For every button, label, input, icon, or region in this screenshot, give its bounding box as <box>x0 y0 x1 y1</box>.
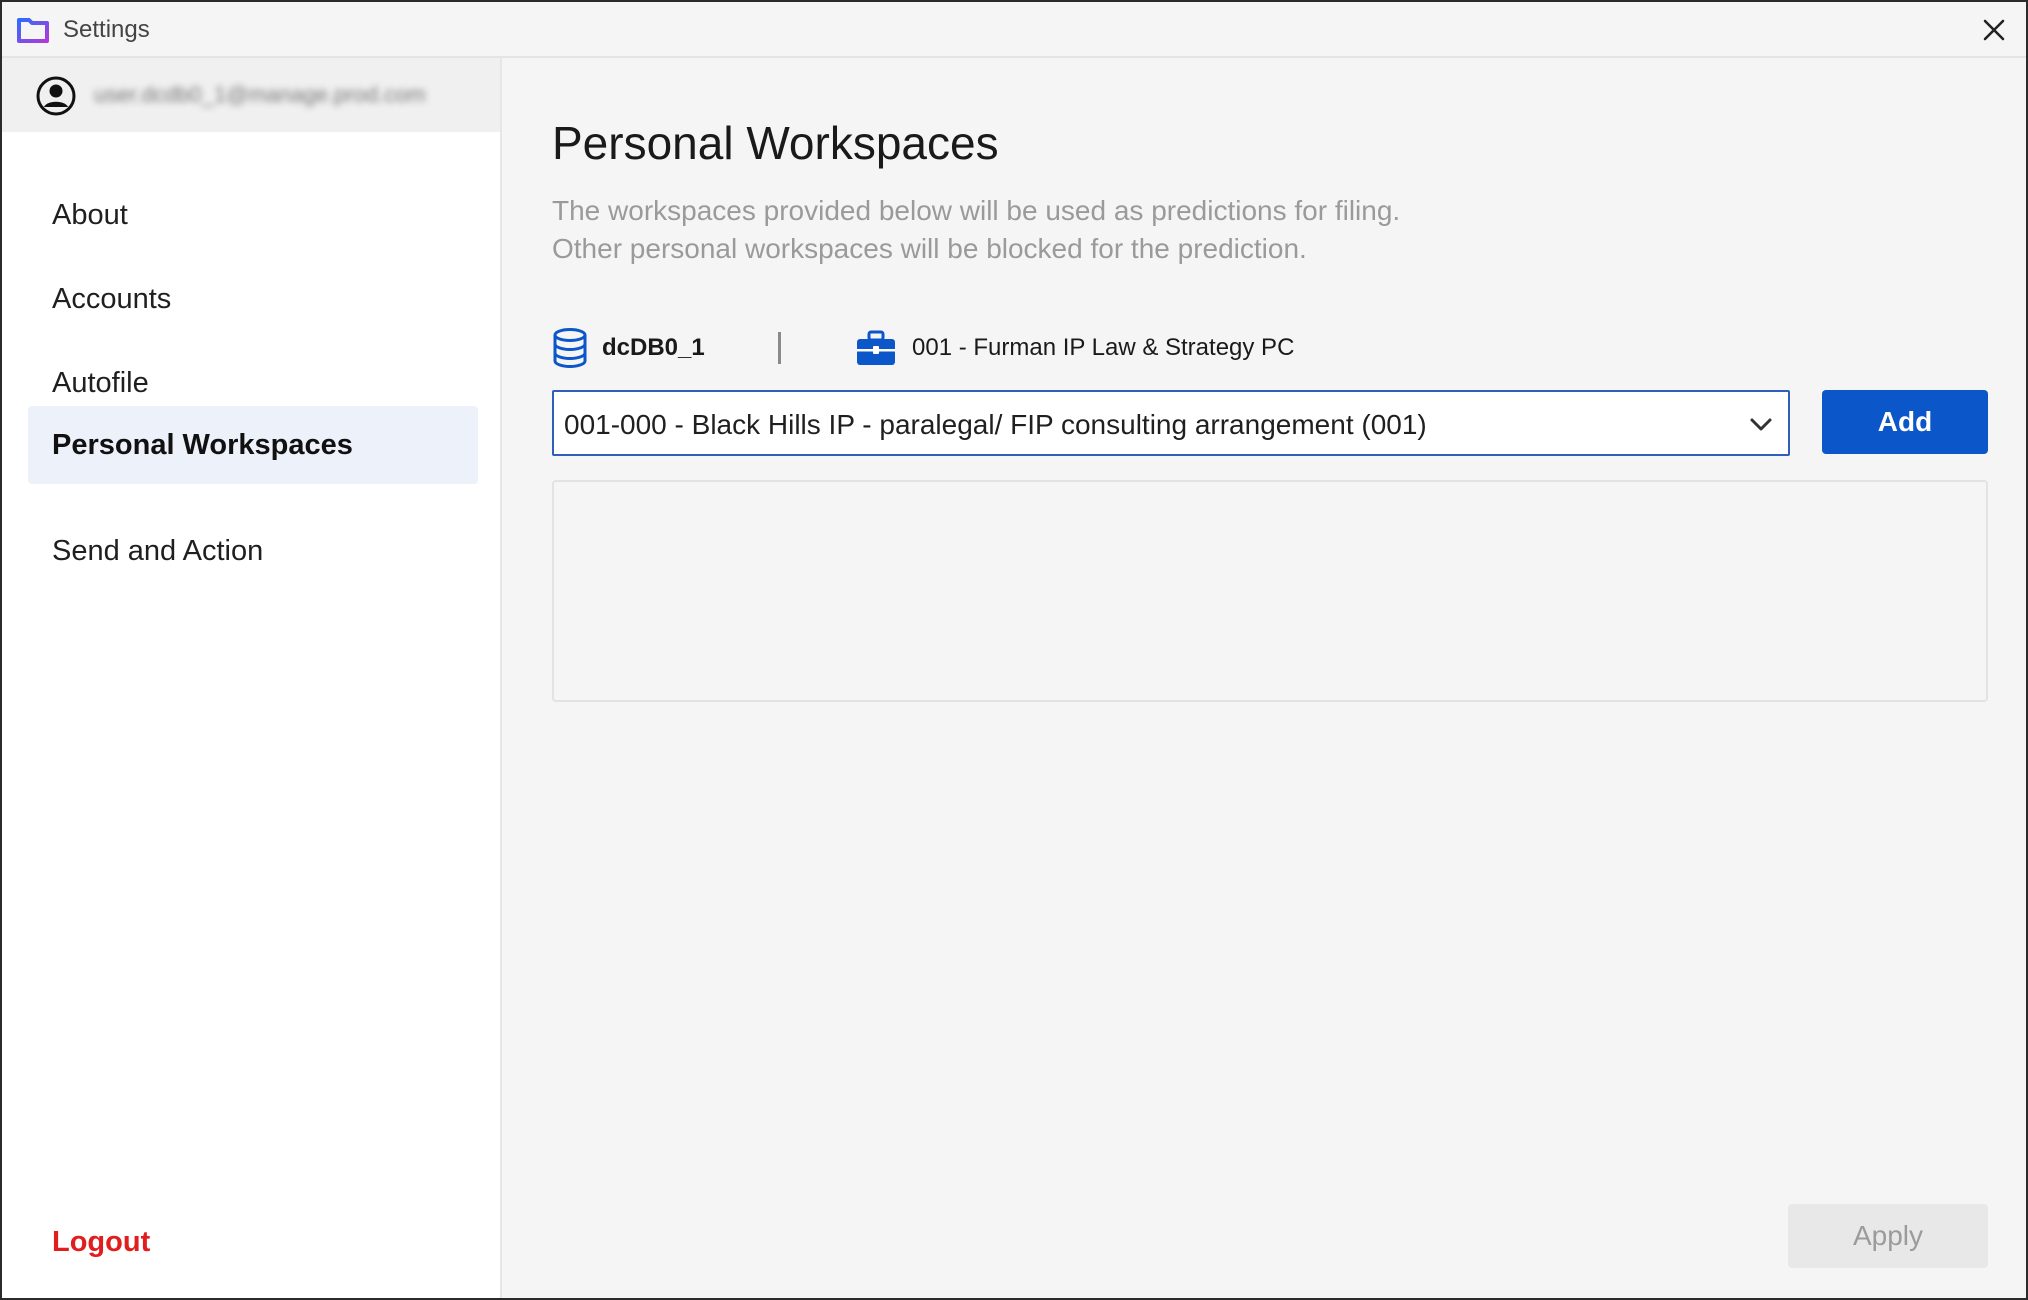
sidebar-item-label: About <box>52 198 128 231</box>
logout-link[interactable]: Logout <box>52 1226 150 1259</box>
chevron-down-icon <box>1750 418 1772 431</box>
sidebar-item-label: Send and Action <box>52 534 264 567</box>
workspace-context-row: dcDB0_1 001 - Furman IP Law & Strategy P… <box>552 324 1452 372</box>
user-email: user.dcdb0_1@manage.prod.com <box>94 82 426 107</box>
page-title: Personal Workspaces <box>552 117 999 169</box>
app-icon <box>17 18 49 43</box>
apply-button[interactable]: Apply <box>1788 1204 1988 1268</box>
sidebar-item-personal-workspaces[interactable]: Personal Workspaces <box>28 406 478 484</box>
workspace-list <box>552 480 1988 702</box>
workspace-select-value: 001-000 - Black Hills IP - paralegal/ FI… <box>564 409 1427 440</box>
database-icon <box>553 328 587 368</box>
description-line-1: The workspaces provided below will be us… <box>552 195 1401 226</box>
main-panel: Personal Workspaces The workspaces provi… <box>502 58 2026 1298</box>
sidebar-item-about[interactable]: About <box>28 176 478 254</box>
sidebar-item-label: Personal Workspaces <box>52 428 353 461</box>
settings-window: Settings user.dcdb0_1@manage.prod.com Ab… <box>0 0 2028 1300</box>
description-line-2: Other personal workspaces will be blocke… <box>552 233 1307 264</box>
close-button[interactable] <box>1972 8 2016 52</box>
workspace-select[interactable]: 001-000 - Black Hills IP - paralegal/ FI… <box>552 390 1790 456</box>
sidebar-item-send-and-action[interactable]: Send and Action <box>28 512 478 590</box>
close-icon <box>1983 19 2005 41</box>
window-title: Settings <box>63 16 150 43</box>
user-avatar-icon <box>36 76 76 116</box>
database-name: dcDB0_1 <box>602 334 705 361</box>
title-bar: Settings <box>2 2 2026 58</box>
briefcase-icon <box>857 330 895 365</box>
sidebar-item-label: Accounts <box>52 282 172 315</box>
sidebar-item-label: Autofile <box>52 366 149 399</box>
sidebar: user.dcdb0_1@manage.prod.com About Accou… <box>2 58 502 1298</box>
sidebar-item-accounts[interactable]: Accounts <box>28 260 478 338</box>
separator <box>778 332 781 364</box>
user-account-row: user.dcdb0_1@manage.prod.com <box>2 58 500 132</box>
add-button[interactable]: Add <box>1822 390 1988 454</box>
client-name: 001 - Furman IP Law & Strategy PC <box>912 334 1295 361</box>
